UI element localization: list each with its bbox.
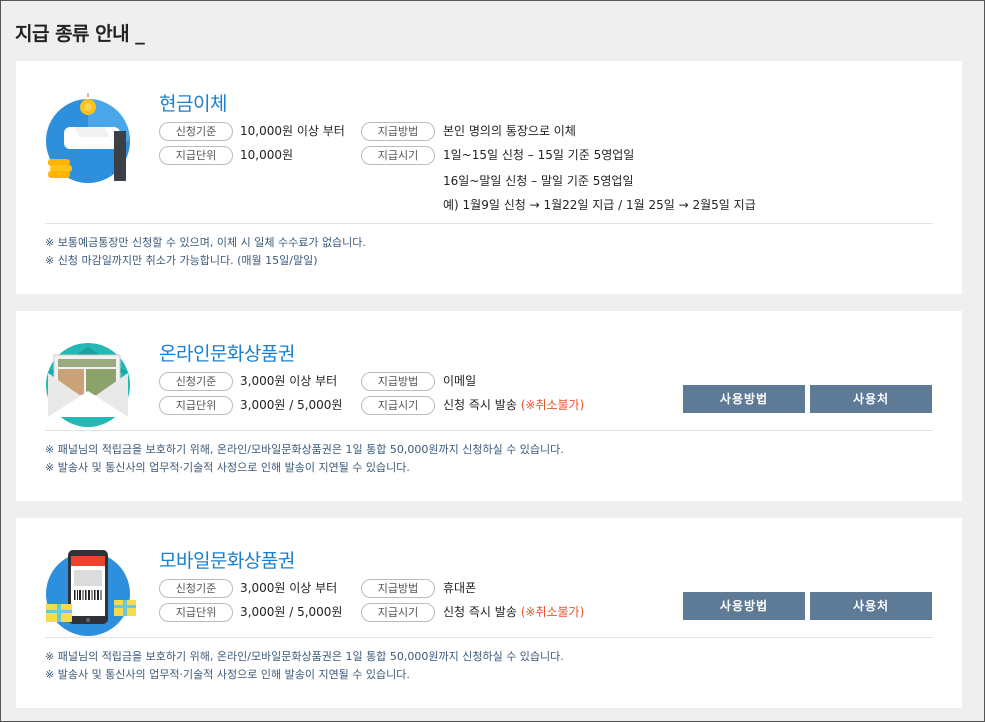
note-line: ※ 신청 마감일까지만 취소가 가능합니다. (매월 15일/말일): [45, 254, 318, 267]
payment-example: 예) 1월9일 신청 → 1월22일 지급 / 1월 25일 → 2월5일 지급: [443, 198, 756, 212]
usage-place-button[interactable]: 사용처: [810, 385, 932, 413]
no-cancel-note: (※취소불가): [520, 398, 585, 412]
card-cash-transfer: 현금이체 신청기준 10,000원 이상 부터 지급방법 본인 명의의 통장으로…: [16, 61, 962, 294]
value-payment-timing: 신청 즉시 발송 (※취소불가): [443, 605, 584, 620]
value-payment-method: 이메일: [443, 374, 477, 388]
no-cancel-note: (※취소불가): [520, 605, 585, 619]
value-payment-timing: 신청 즉시 발송 (※취소불가): [443, 398, 584, 413]
mobile-notes: ※ 패널님의 적립금을 보호하기 위해, 온라인/모바일문화상품권은 1일 통합…: [45, 648, 564, 684]
value-payment-timing: 1일~15일 신청 – 15일 기준 5영업일: [443, 148, 635, 162]
label-payment-method: 지급방법: [361, 372, 435, 391]
label-payment-timing: 지급시기: [361, 603, 435, 622]
note-line: ※ 패널님의 적립금을 보호하기 위해, 온라인/모바일문화상품권은 1일 통합…: [45, 650, 564, 663]
value-payment-method: 본인 명의의 통장으로 이체: [443, 124, 576, 138]
online-notes: ※ 패널님의 적립금을 보호하기 위해, 온라인/모바일문화상품권은 1일 통합…: [45, 441, 564, 477]
card-title-cash: 현금이체: [159, 93, 227, 115]
envelope-voucher-icon: [44, 341, 134, 431]
value-payment-unit: 10,000원: [240, 148, 294, 162]
value-apply-criteria: 10,000원 이상 부터: [240, 124, 345, 138]
label-payment-timing: 지급시기: [361, 146, 435, 165]
note-line: ※ 발송사 및 통신사의 업무적·기술적 사정으로 인해 발송이 지연될 수 있…: [45, 461, 410, 474]
cash-transfer-icon: [44, 93, 134, 183]
usage-guide-button[interactable]: 사용방법: [683, 592, 805, 620]
card-title-online: 온라인문화상품권: [159, 343, 295, 365]
value-payment-timing-2: 16일~말일 신청 – 말일 기준 5영업일: [443, 174, 634, 188]
divider: [45, 637, 933, 638]
card-title-mobile: 모바일문화상품권: [159, 550, 295, 572]
usage-place-button[interactable]: 사용처: [810, 592, 932, 620]
card-mobile-voucher: 모바일문화상품권 신청기준 3,000원 이상 부터 지급방법 휴대폰 지급단위…: [16, 518, 962, 708]
value-payment-unit: 3,000원 / 5,000원: [240, 398, 343, 412]
label-payment-unit: 지급단위: [159, 146, 233, 165]
cash-notes: ※ 보통예금통장만 신청할 수 있으며, 이체 시 일체 수수료가 없습니다. …: [45, 234, 366, 270]
mobile-voucher-icon: [44, 548, 136, 638]
divider: [45, 223, 933, 224]
value-payment-unit: 3,000원 / 5,000원: [240, 605, 343, 619]
timing-text: 신청 즉시 발송: [443, 398, 517, 412]
note-line: ※ 패널님의 적립금을 보호하기 위해, 온라인/모바일문화상품권은 1일 통합…: [45, 443, 564, 456]
value-payment-method: 휴대폰: [443, 581, 477, 595]
card-online-voucher: 온라인문화상품권 신청기준 3,000원 이상 부터 지급방법 이메일 지급단위…: [16, 311, 962, 501]
note-line: ※ 발송사 및 통신사의 업무적·기술적 사정으로 인해 발송이 지연될 수 있…: [45, 668, 410, 681]
label-payment-timing: 지급시기: [361, 396, 435, 415]
note-line: ※ 보통예금통장만 신청할 수 있으며, 이체 시 일체 수수료가 없습니다.: [45, 236, 366, 249]
usage-guide-button[interactable]: 사용방법: [683, 385, 805, 413]
label-payment-unit: 지급단위: [159, 396, 233, 415]
divider: [45, 430, 933, 431]
value-apply-criteria: 3,000원 이상 부터: [240, 374, 338, 388]
label-payment-unit: 지급단위: [159, 603, 233, 622]
page-title: 지급 종류 안내 _: [15, 23, 145, 45]
label-apply-criteria: 신청기준: [159, 579, 233, 598]
label-payment-method: 지급방법: [361, 122, 435, 141]
value-apply-criteria: 3,000원 이상 부터: [240, 581, 338, 595]
label-apply-criteria: 신청기준: [159, 122, 233, 141]
timing-text: 신청 즉시 발송: [443, 605, 517, 619]
label-payment-method: 지급방법: [361, 579, 435, 598]
label-apply-criteria: 신청기준: [159, 372, 233, 391]
